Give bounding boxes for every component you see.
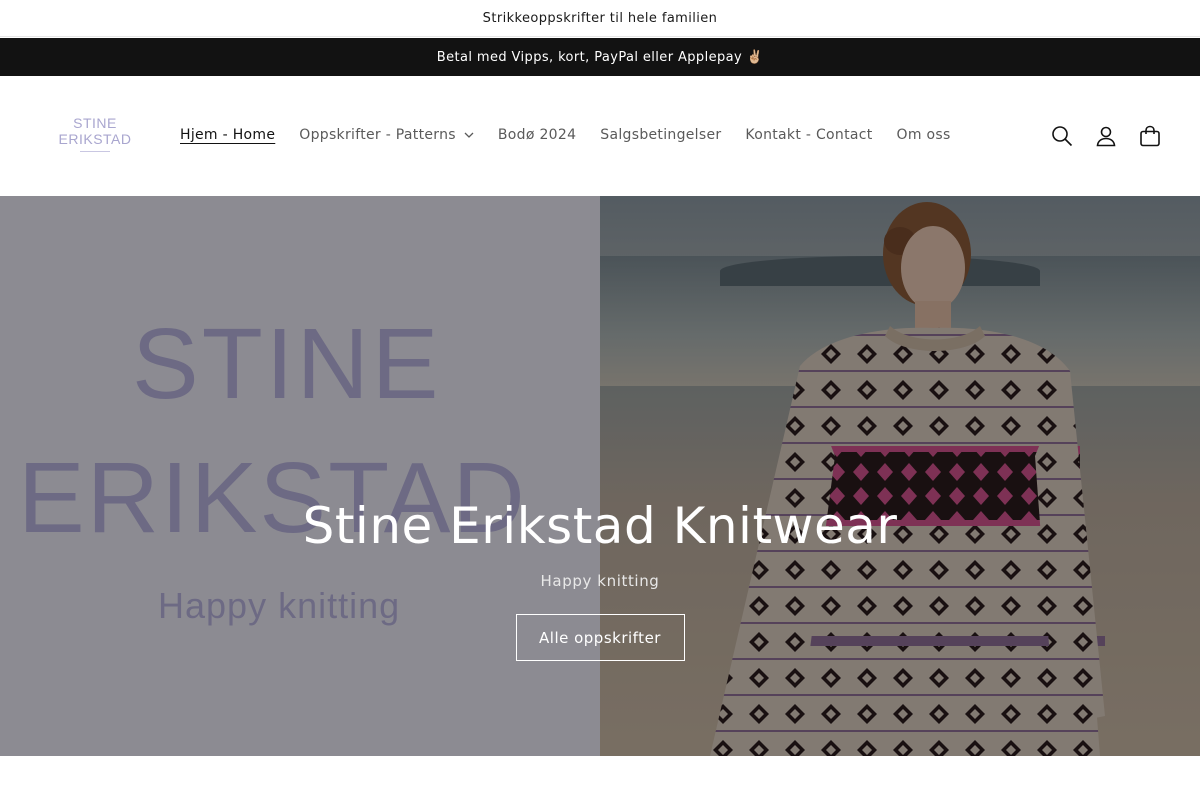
site-logo[interactable]: STINE ERIKSTAD — [58, 114, 132, 154]
nav-item-contact[interactable]: Kontakt - Contact — [733, 127, 884, 143]
payment-announcement-bar: Betal med Vipps, kort, PayPal eller Appl… — [0, 38, 1200, 76]
site-header: STINE ERIKSTAD Hjem - Home Oppskrifter -… — [0, 76, 1200, 196]
nav-item-label: Bodø 2024 — [497, 127, 577, 143]
nav-item-bodo-2024[interactable]: Bodø 2024 — [486, 127, 588, 143]
all-patterns-button[interactable]: Alle oppskrifter — [515, 614, 685, 661]
hero-title: Stine Erikstad Knitwear — [302, 497, 898, 555]
chevron-down-icon — [464, 132, 474, 138]
hero-banner: STINE ERIKSTAD Happy knitting Stine Erik… — [0, 196, 1200, 756]
hero-overlay — [0, 196, 1200, 756]
search-icon[interactable] — [1050, 124, 1074, 148]
nav-item-label: Kontakt - Contact — [745, 127, 873, 143]
cart-icon[interactable] — [1138, 124, 1162, 148]
nav-item-label: Salgsbetingelser — [600, 127, 722, 143]
account-icon[interactable] — [1094, 124, 1118, 148]
header-icons — [1050, 122, 1162, 150]
nav-item-home[interactable]: Hjem - Home — [168, 127, 287, 143]
announcement-bar: Strikkeoppskrifter til hele familien — [0, 0, 1200, 37]
announcement-text: Strikkeoppskrifter til hele familien — [482, 10, 718, 26]
nav-item-patterns[interactable]: Oppskrifter - Patterns — [287, 127, 486, 143]
main-nav: Hjem - Home Oppskrifter - Patterns Bodø … — [168, 122, 963, 148]
payment-announcement-text: Betal med Vipps, kort, PayPal eller Appl… — [436, 49, 764, 65]
nav-item-about[interactable]: Om oss — [885, 127, 963, 143]
nav-item-terms[interactable]: Salgsbetingelser — [588, 127, 733, 143]
nav-item-label: Hjem - Home — [180, 127, 276, 143]
nav-item-label: Oppskrifter - Patterns — [299, 127, 456, 143]
hero-subtitle: Happy knitting — [540, 572, 660, 590]
nav-item-label: Om oss — [896, 127, 951, 143]
hero-content: Stine Erikstad Knitwear Happy knitting A… — [0, 496, 1200, 661]
logo-underline — [80, 151, 110, 152]
logo-line-1: STINE — [73, 115, 117, 131]
logo-line-2: ERIKSTAD — [58, 131, 132, 147]
